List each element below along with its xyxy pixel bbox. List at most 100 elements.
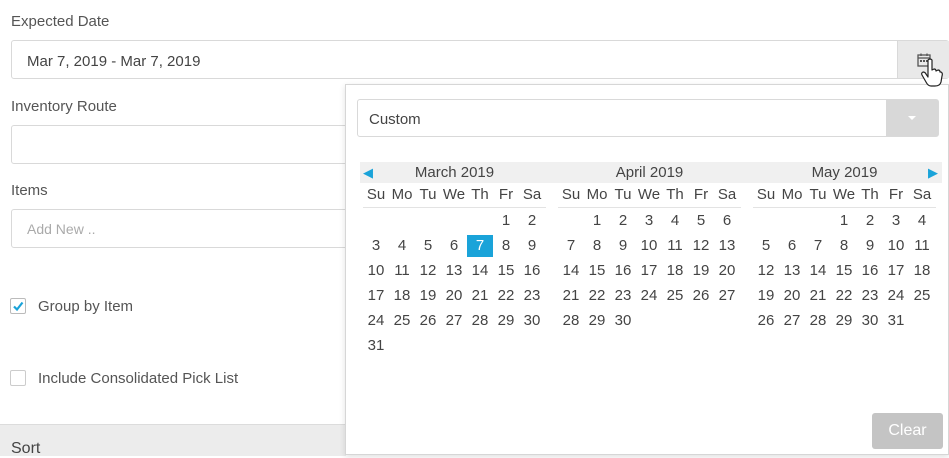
calendar-day[interactable]: 12 (688, 235, 714, 257)
range-preset-select[interactable]: Custom (357, 99, 939, 137)
calendar-day[interactable]: 12 (753, 260, 779, 282)
calendar-day[interactable]: 20 (779, 285, 805, 307)
calendar-day[interactable]: 9 (610, 235, 636, 257)
calendar-day[interactable]: 17 (636, 260, 662, 282)
calendar-day[interactable]: 14 (467, 260, 493, 282)
calendar-day[interactable]: 25 (909, 285, 935, 307)
calendar-day[interactable]: 24 (636, 285, 662, 307)
calendar-day[interactable]: 15 (493, 260, 519, 282)
calendar-day[interactable]: 11 (662, 235, 688, 257)
calendar-day[interactable]: 19 (415, 285, 441, 307)
calendar-day[interactable]: 10 (636, 235, 662, 257)
inventory-route-field[interactable] (11, 125, 356, 164)
calendar-day[interactable]: 5 (415, 235, 441, 257)
calendar-day[interactable]: 6 (441, 235, 467, 257)
calendar-day[interactable]: 27 (779, 310, 805, 332)
calendar-day[interactable]: 18 (389, 285, 415, 307)
calendar-day[interactable]: 26 (415, 310, 441, 332)
calendar-day[interactable]: 31 (363, 335, 389, 357)
calendar-day[interactable]: 26 (753, 310, 779, 332)
calendar-day[interactable]: 19 (688, 260, 714, 282)
calendar-day[interactable]: 2 (610, 210, 636, 232)
calendar-day[interactable]: 7 (805, 235, 831, 257)
calendar-day[interactable]: 17 (363, 285, 389, 307)
calendar-day[interactable]: 26 (688, 285, 714, 307)
calendar-day[interactable]: 21 (558, 285, 584, 307)
calendar-day[interactable]: 22 (584, 285, 610, 307)
calendar-day[interactable]: 14 (558, 260, 584, 282)
calendar-day[interactable]: 23 (610, 285, 636, 307)
calendar-day[interactable]: 5 (753, 235, 779, 257)
calendar-day[interactable]: 6 (779, 235, 805, 257)
calendar-day[interactable]: 21 (805, 285, 831, 307)
calendar-day[interactable]: 4 (909, 210, 935, 232)
calendar-day[interactable]: 29 (493, 310, 519, 332)
calendar-day[interactable]: 20 (714, 260, 740, 282)
calendar-day[interactable]: 9 (519, 235, 545, 257)
calendar-day[interactable]: 13 (714, 235, 740, 257)
calendar-day[interactable]: 29 (831, 310, 857, 332)
calendar-day[interactable]: 10 (363, 260, 389, 282)
calendar-day[interactable]: 23 (519, 285, 545, 307)
calendar-day[interactable]: 21 (467, 285, 493, 307)
calendar-day[interactable]: 23 (857, 285, 883, 307)
calendar-day[interactable]: 8 (584, 235, 610, 257)
calendar-day[interactable]: 18 (662, 260, 688, 282)
calendar-day[interactable]: 8 (831, 235, 857, 257)
calendar-day[interactable]: 17 (883, 260, 909, 282)
consolidated-checkbox[interactable] (10, 370, 26, 386)
calendar-day[interactable]: 2 (519, 210, 545, 232)
calendar-day[interactable]: 11 (909, 235, 935, 257)
calendar-day[interactable]: 30 (610, 310, 636, 332)
calendar-day[interactable]: 13 (779, 260, 805, 282)
chevron-down-icon[interactable] (886, 100, 938, 136)
calendar-day[interactable]: 28 (467, 310, 493, 332)
calendar-day[interactable]: 24 (883, 285, 909, 307)
calendar-day[interactable]: 3 (883, 210, 909, 232)
calendar-day[interactable]: 1 (493, 210, 519, 232)
calendar-day[interactable]: 4 (662, 210, 688, 232)
calendar-day[interactable]: 15 (831, 260, 857, 282)
calendar-day[interactable]: 3 (636, 210, 662, 232)
calendar-day[interactable]: 12 (415, 260, 441, 282)
calendar-day[interactable]: 11 (389, 260, 415, 282)
items-field[interactable]: Add New .. (11, 209, 356, 248)
calendar-day[interactable]: 4 (389, 235, 415, 257)
calendar-day[interactable]: 2 (857, 210, 883, 232)
group-by-item-checkbox[interactable] (10, 298, 26, 314)
calendar-day[interactable]: 1 (584, 210, 610, 232)
calendar-day[interactable]: 30 (519, 310, 545, 332)
calendar-day[interactable]: 25 (389, 310, 415, 332)
calendar-day[interactable]: 27 (714, 285, 740, 307)
calendar-day[interactable]: 7 (558, 235, 584, 257)
calendar-day[interactable]: 14 (805, 260, 831, 282)
calendar-day[interactable]: 7 (467, 235, 493, 257)
clear-button[interactable]: Clear (872, 413, 943, 449)
calendar-day[interactable]: 28 (558, 310, 584, 332)
calendar-day[interactable]: 8 (493, 235, 519, 257)
calendar-day[interactable]: 18 (909, 260, 935, 282)
calendar-day[interactable]: 16 (610, 260, 636, 282)
calendar-day[interactable]: 16 (519, 260, 545, 282)
calendar-day[interactable]: 9 (857, 235, 883, 257)
calendar-day[interactable]: 28 (805, 310, 831, 332)
calendar-day[interactable]: 16 (857, 260, 883, 282)
calendar-day[interactable]: 19 (753, 285, 779, 307)
calendar-day[interactable]: 5 (688, 210, 714, 232)
calendar-day[interactable]: 22 (831, 285, 857, 307)
calendar-day[interactable]: 29 (584, 310, 610, 332)
calendar-day[interactable]: 30 (857, 310, 883, 332)
calendar-day[interactable]: 20 (441, 285, 467, 307)
calendar-day[interactable]: 27 (441, 310, 467, 332)
calendar-day[interactable]: 13 (441, 260, 467, 282)
calendar-day[interactable]: 10 (883, 235, 909, 257)
calendar-day[interactable]: 25 (662, 285, 688, 307)
calendar-day[interactable]: 15 (584, 260, 610, 282)
expected-date-field[interactable]: Mar 7, 2019 - Mar 7, 2019 (11, 40, 949, 79)
calendar-day[interactable]: 1 (831, 210, 857, 232)
calendar-day[interactable]: 6 (714, 210, 740, 232)
calendar-day[interactable]: 22 (493, 285, 519, 307)
sort-section-header[interactable]: Sort (0, 424, 346, 457)
calendar-day[interactable]: 31 (883, 310, 909, 332)
calendar-day[interactable]: 3 (363, 235, 389, 257)
